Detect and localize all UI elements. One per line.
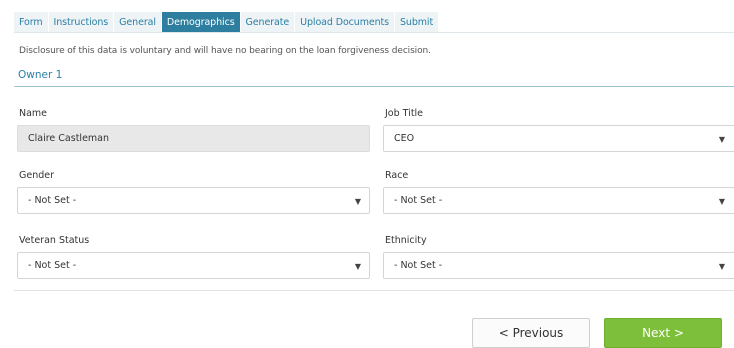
caret-down-icon: ▼ xyxy=(718,197,725,206)
tab-general[interactable]: General xyxy=(114,12,162,32)
form-divider xyxy=(14,290,734,291)
tab-generate[interactable]: Generate xyxy=(241,12,296,32)
job-title-select[interactable]: CEO ▼ xyxy=(383,125,734,152)
caret-down-icon: ▼ xyxy=(718,135,725,144)
job-title-value: CEO xyxy=(394,133,415,144)
tab-demographics[interactable]: Demographics xyxy=(161,12,241,32)
name-value: Claire Castleman xyxy=(28,133,110,144)
tab-instructions[interactable]: Instructions xyxy=(49,12,115,32)
caret-down-icon: ▼ xyxy=(354,262,361,271)
veteran-status-value: - Not Set - xyxy=(28,260,77,271)
tab-submit[interactable]: Submit xyxy=(395,12,440,32)
veteran-status-select[interactable]: - Not Set - ▼ xyxy=(17,252,370,279)
veteran-status-label: Veteran Status xyxy=(19,235,90,246)
ethnicity-select[interactable]: - Not Set - ▼ xyxy=(383,252,734,279)
caret-down-icon: ▼ xyxy=(718,262,725,271)
owner-section-title: Owner 1 xyxy=(18,69,63,81)
tab-form[interactable]: Form xyxy=(14,12,49,32)
previous-button[interactable]: < Previous xyxy=(472,318,590,348)
tab-bar: Form Instructions General Demographics G… xyxy=(14,12,440,32)
job-title-label: Job Title xyxy=(385,108,424,119)
tab-upload-documents[interactable]: Upload Documents xyxy=(295,12,395,32)
gender-label: Gender xyxy=(19,170,55,181)
gender-select[interactable]: - Not Set - ▼ xyxy=(17,187,370,214)
race-select[interactable]: - Not Set - ▼ xyxy=(383,187,734,214)
next-button[interactable]: Next > xyxy=(604,318,722,348)
gender-value: - Not Set - xyxy=(28,195,77,206)
race-label: Race xyxy=(385,170,409,181)
name-label: Name xyxy=(19,108,48,119)
ethnicity-value: - Not Set - xyxy=(394,260,443,271)
name-field: Claire Castleman xyxy=(17,125,370,152)
owner-divider xyxy=(14,86,734,87)
tab-divider xyxy=(14,32,734,33)
disclosure-text: Disclosure of this data is voluntary and… xyxy=(19,46,431,56)
race-value: - Not Set - xyxy=(394,195,443,206)
ethnicity-label: Ethnicity xyxy=(385,235,427,246)
caret-down-icon: ▼ xyxy=(354,197,361,206)
